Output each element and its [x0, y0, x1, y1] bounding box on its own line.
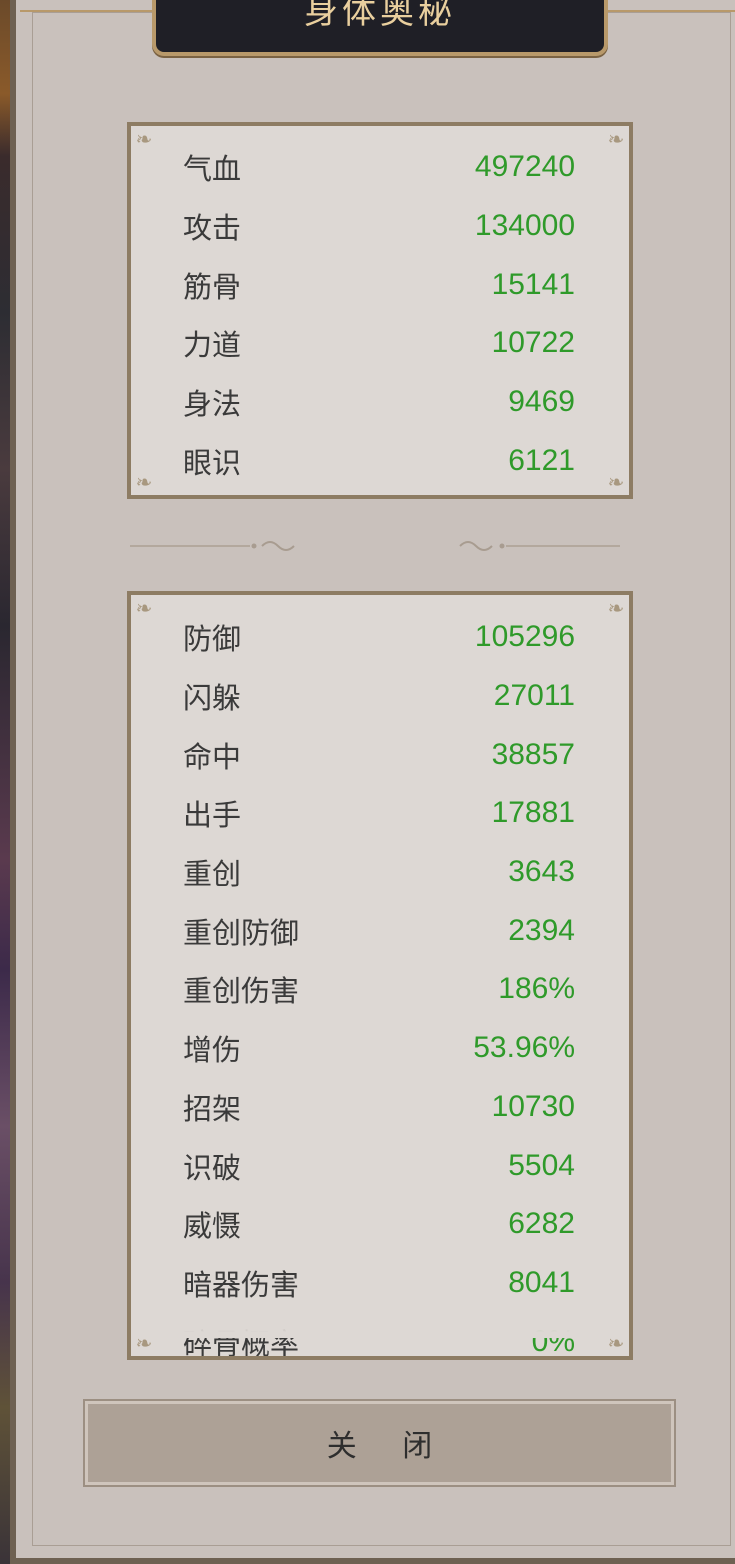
stat-value: 134000: [474, 209, 575, 243]
stat-value: 8041: [508, 1265, 575, 1299]
stat-row: 威慑 6282: [183, 1195, 575, 1254]
stat-row: 招架 10730: [183, 1078, 575, 1137]
stat-label: 身法: [183, 387, 242, 422]
stat-row: 出手 17881: [183, 784, 575, 843]
title-ornament-left: [20, 10, 152, 12]
stat-label: 暗器伤害: [183, 1267, 300, 1302]
secondary-stats-card[interactable]: ❧ ❧ 防御 105296 闪躲 27011 命中 38857 出手 17881 重创 3643 重…: [127, 591, 633, 1360]
stat-label: 攻击: [183, 211, 242, 246]
stat-label: 识破: [183, 1150, 242, 1185]
stat-value: 2394: [508, 913, 575, 947]
stat-row: 气血 497240: [183, 138, 575, 197]
stat-value: 15141: [491, 267, 575, 301]
secondary-stats-list[interactable]: 防御 105296 闪躲 27011 命中 38857 出手 17881 重创 3643 重创防御 2…: [183, 608, 575, 1356]
stat-row: 增伤 53.96%: [183, 1019, 575, 1078]
stat-value: 17881: [491, 796, 575, 830]
stat-value: 6121: [508, 443, 575, 477]
stat-value: 38857: [491, 737, 575, 771]
close-button[interactable]: 关 闭: [83, 1399, 676, 1487]
ornament-corner-icon: ❧: [607, 1331, 625, 1355]
scroll-fade: [131, 1308, 629, 1338]
close-button-label: 关 闭: [326, 1429, 451, 1464]
stat-row: 命中 38857: [183, 725, 575, 784]
ornament-corner-icon: ❧: [607, 596, 625, 620]
stat-value: 3643: [508, 855, 575, 889]
scroll-divider-icon: [130, 541, 620, 551]
stat-row: 筋骨 15141: [183, 255, 575, 314]
primary-stats-list: 气血 497240 攻击 134000 筋骨 15141 力道 10722 身法 9469 眼识 61…: [183, 138, 575, 490]
dialog-title-plate: 身体奥秘: [152, 0, 608, 56]
stat-label: 招架: [183, 1091, 242, 1126]
stat-label: 闪躲: [183, 681, 242, 716]
ornament-corner-icon: ❧: [607, 127, 625, 151]
stat-label: 力道: [183, 328, 242, 363]
stat-label: 重创: [183, 857, 242, 892]
ornament-corner-icon: ❧: [135, 127, 153, 151]
stat-label: 增伤: [183, 1033, 242, 1068]
stat-label: 重创防御: [183, 915, 300, 950]
title-ornament-right: [608, 10, 735, 12]
ornament-corner-icon: ❧: [135, 470, 153, 494]
stat-row: 眼识 6121: [183, 431, 575, 490]
stat-row: 重创伤害 186%: [183, 960, 575, 1019]
stat-label: 筋骨: [183, 269, 242, 304]
stat-label: 威慑: [183, 1209, 242, 1244]
stat-value: 497240: [474, 150, 575, 184]
stat-value: 186%: [498, 972, 575, 1006]
primary-stats-card: ❧ ❧ ❧ ❧ 气血 497240 攻击 134000 筋骨 15141 力道 10722 身法…: [127, 122, 633, 499]
stat-value: 105296: [474, 620, 575, 654]
stat-row: 重创 3643: [183, 843, 575, 902]
ornament-corner-icon: ❧: [135, 596, 153, 620]
stat-label: 出手: [183, 798, 242, 833]
stat-row: 力道 10722: [183, 314, 575, 373]
stat-value: 9469: [508, 385, 575, 419]
stat-row: 防御 105296: [183, 608, 575, 667]
stat-label: 气血: [183, 152, 242, 187]
stat-value: 27011: [493, 679, 575, 713]
stat-row: 攻击 134000: [183, 197, 575, 256]
stat-row: 闪躲 27011: [183, 667, 575, 726]
stat-label: 眼识: [183, 445, 242, 480]
dialog-title: 身体奥秘: [304, 0, 456, 32]
stat-value: 10722: [491, 326, 575, 360]
stat-row: 识破 5504: [183, 1136, 575, 1195]
stat-row: 重创防御 2394: [183, 901, 575, 960]
ornament-corner-icon: ❧: [607, 470, 625, 494]
stat-row: 暗器伤害 8041: [183, 1254, 575, 1313]
stat-value: 53.96%: [473, 1031, 575, 1065]
stat-value: 6282: [508, 1207, 575, 1241]
stat-label: 防御: [183, 622, 242, 657]
stat-value: 10730: [491, 1089, 575, 1123]
stat-value: 5504: [508, 1148, 575, 1182]
stat-label: 重创伤害: [183, 974, 300, 1009]
stat-label: 命中: [183, 739, 242, 774]
ornament-corner-icon: ❧: [135, 1331, 153, 1355]
stat-row: 身法 9469: [183, 373, 575, 432]
